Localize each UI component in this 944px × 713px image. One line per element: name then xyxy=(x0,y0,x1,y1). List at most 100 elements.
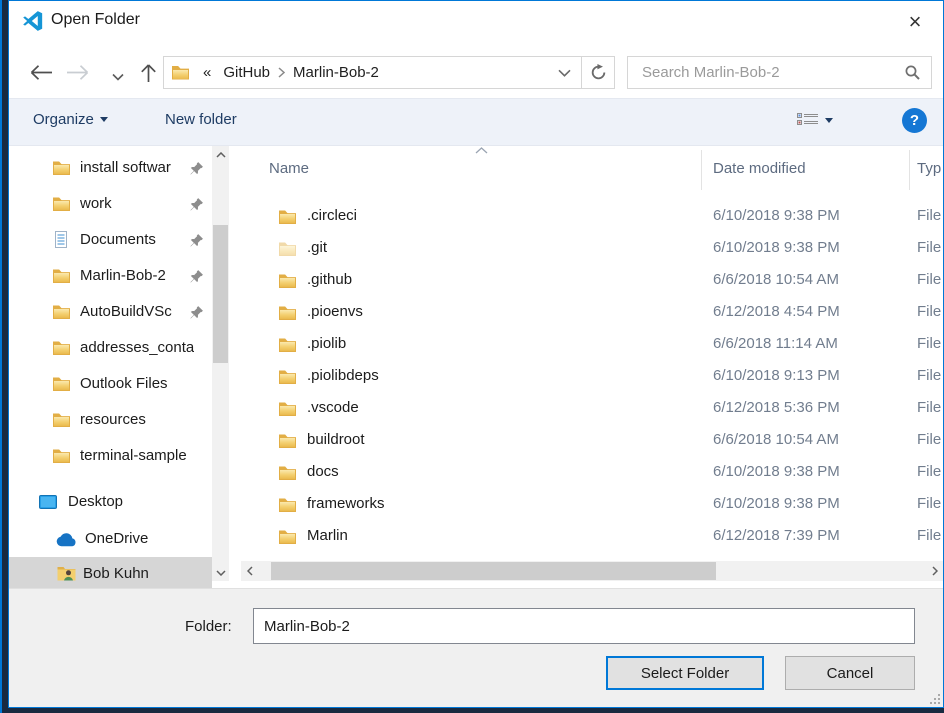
sidebar-item-install-softwar[interactable]: install softwar xyxy=(9,151,212,187)
app-background: Open Folder × « GitHub xyxy=(0,0,944,713)
file-row-buildroot[interactable]: buildroot 6/6/2018 10:54 AM File xyxy=(241,425,943,457)
cancel-button[interactable]: Cancel xyxy=(785,656,915,690)
folder-label: Folder: xyxy=(185,618,232,635)
folder-icon xyxy=(172,66,189,80)
user-folder-icon xyxy=(57,566,76,581)
scroll-down-icon[interactable] xyxy=(212,564,229,581)
pin-icon xyxy=(189,305,204,320)
column-header-date-modified[interactable]: Date modified xyxy=(713,160,806,177)
file-row-github[interactable]: .github 6/6/2018 10:54 AM File xyxy=(241,265,943,297)
file-row-docs[interactable]: docs 6/10/2018 9:38 PM File xyxy=(241,457,943,489)
refresh-button[interactable] xyxy=(581,57,614,88)
sidebar-item-work[interactable]: work xyxy=(9,187,212,223)
forward-button[interactable] xyxy=(66,64,90,84)
navigation-bar: « GitHub Marlin-Bob-2 xyxy=(9,41,943,98)
command-toolbar: Organize New folder ? xyxy=(9,98,943,146)
sidebar-scrollbar-thumb[interactable] xyxy=(213,225,228,363)
file-row-git[interactable]: .git 6/10/2018 9:38 PM File xyxy=(241,233,943,265)
sort-ascending-icon xyxy=(475,147,488,154)
column-divider[interactable] xyxy=(701,150,702,190)
folder-name-input[interactable] xyxy=(253,608,915,644)
file-row-piolibdeps[interactable]: .piolibdeps 6/10/2018 9:13 PM File xyxy=(241,361,943,393)
breadcrumb-item-github[interactable]: GitHub xyxy=(217,64,276,81)
folder-icon xyxy=(53,197,70,211)
folder-icon xyxy=(53,449,70,463)
chevron-down-icon xyxy=(825,118,833,123)
folder-icon xyxy=(279,242,296,256)
folder-icon xyxy=(279,274,296,288)
organize-label: Organize xyxy=(33,111,94,128)
document-icon xyxy=(53,231,69,249)
address-bar[interactable]: « GitHub Marlin-Bob-2 xyxy=(163,56,615,89)
column-header-type[interactable]: Typ xyxy=(917,160,941,177)
breadcrumb-item-marlin-bob-2[interactable]: Marlin-Bob-2 xyxy=(287,64,385,81)
file-row-piolib[interactable]: .piolib 6/6/2018 11:14 AM File xyxy=(241,329,943,361)
back-button[interactable] xyxy=(29,64,53,84)
folder-icon xyxy=(279,466,296,480)
list-header: Name Date modified Typ xyxy=(241,146,943,191)
file-row-vscode[interactable]: .vscode 6/12/2018 5:36 PM File xyxy=(241,393,943,425)
folder-icon xyxy=(279,402,296,416)
close-icon[interactable]: × xyxy=(901,9,929,35)
folder-icon xyxy=(279,434,296,448)
sidebar-item-resources[interactable]: resources xyxy=(9,403,212,439)
up-button[interactable] xyxy=(140,63,157,86)
sidebar-item-documents[interactable]: Documents xyxy=(9,223,212,259)
scroll-up-icon[interactable] xyxy=(212,146,229,163)
file-rows: .circleci 6/10/2018 9:38 PM File .git 6/… xyxy=(241,201,943,553)
file-row-frameworks[interactable]: frameworks 6/10/2018 9:38 PM File xyxy=(241,489,943,521)
folder-icon xyxy=(53,413,70,427)
sidebar-item-marlin-bob-2[interactable]: Marlin-Bob-2 xyxy=(9,259,212,295)
folder-icon xyxy=(279,498,296,512)
file-row-marlin[interactable]: Marlin 6/12/2018 7:39 PM File xyxy=(241,521,943,553)
view-mode-button[interactable] xyxy=(797,112,833,128)
vscode-icon xyxy=(22,10,44,32)
search-icon[interactable] xyxy=(904,64,921,81)
chevron-right-icon[interactable] xyxy=(276,67,287,78)
folder-icon xyxy=(279,338,296,352)
horizontal-scrollbar-thumb[interactable] xyxy=(271,562,716,580)
window-title: Open Folder xyxy=(51,11,140,29)
file-list-horizontal-scrollbar[interactable] xyxy=(241,561,943,581)
sidebar-item-autobuildvsc[interactable]: AutoBuildVSc xyxy=(9,295,212,331)
file-row-circleci[interactable]: .circleci 6/10/2018 9:38 PM File xyxy=(241,201,943,233)
desktop-icon xyxy=(39,495,57,510)
title-bar[interactable]: Open Folder × xyxy=(9,1,943,41)
folder-icon xyxy=(53,161,70,175)
folder-icon xyxy=(53,377,70,391)
sidebar-item-outlook-files[interactable]: Outlook Files xyxy=(9,367,212,403)
new-folder-button[interactable]: New folder xyxy=(165,111,237,128)
select-folder-button[interactable]: Select Folder xyxy=(606,656,764,690)
scroll-right-icon[interactable] xyxy=(926,562,943,579)
address-dropdown-chevron-icon[interactable] xyxy=(548,69,581,77)
folder-icon xyxy=(279,210,296,224)
search-input[interactable] xyxy=(640,59,894,86)
file-list: Name Date modified Typ .circleci 6/10/20… xyxy=(241,146,943,588)
search-box xyxy=(627,56,932,89)
pin-icon xyxy=(189,161,204,176)
open-folder-dialog: Open Folder × « GitHub xyxy=(8,0,944,708)
breadcrumb: « GitHub Marlin-Bob-2 xyxy=(164,57,581,88)
pin-icon xyxy=(189,269,204,284)
folder-icon xyxy=(279,370,296,384)
sidebar-item-terminal-sample[interactable]: terminal-sample xyxy=(9,439,212,475)
folder-icon xyxy=(279,530,296,544)
refresh-icon xyxy=(590,64,607,81)
column-header-name[interactable]: Name xyxy=(269,160,309,177)
file-row-pioenvs[interactable]: .pioenvs 6/12/2018 4:54 PM File xyxy=(241,297,943,329)
recent-locations-chevron-icon[interactable] xyxy=(112,69,124,84)
scroll-left-icon[interactable] xyxy=(241,562,258,579)
cloud-icon xyxy=(55,533,78,547)
folder-icon xyxy=(53,341,70,355)
organize-button[interactable]: Organize xyxy=(33,111,108,128)
sidebar-item-onedrive[interactable]: OneDrive xyxy=(9,522,212,558)
column-divider[interactable] xyxy=(909,150,910,190)
sidebar-scrollbar[interactable] xyxy=(212,146,229,581)
breadcrumb-ellipsis[interactable]: « xyxy=(197,64,217,81)
sidebar-item-bob-kuhn[interactable]: Bob Kuhn xyxy=(9,557,212,588)
sidebar-item-addresses-conta[interactable]: addresses_conta xyxy=(9,331,212,367)
help-button[interactable]: ? xyxy=(902,108,927,133)
chevron-down-icon xyxy=(100,117,108,122)
resize-grip[interactable] xyxy=(928,692,940,704)
sidebar-item-desktop[interactable]: Desktop xyxy=(9,485,212,521)
